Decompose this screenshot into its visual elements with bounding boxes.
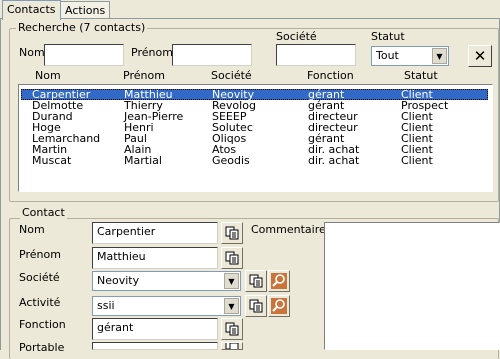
search-icon <box>271 298 287 314</box>
copy-fonction-button[interactable] <box>221 318 243 340</box>
chevron-down-icon[interactable]: ▼ <box>224 273 239 289</box>
tab-strip: Contacts Actions <box>0 0 500 20</box>
search-icon <box>271 273 287 289</box>
contact-activite-value: ssii <box>97 299 115 312</box>
contact-prenom-input[interactable]: Matthieu <box>92 247 218 269</box>
contacts-list[interactable]: Carpentier Matthieu Neovity gérant Clien… <box>18 84 493 192</box>
contact-portable-label: Portable <box>19 341 65 354</box>
cell-prenom: Martial <box>124 154 162 167</box>
tab-contacts[interactable]: Contacts <box>2 0 61 20</box>
column-header-fonction[interactable]: Fonction <box>307 69 354 82</box>
search-statut-label: Statut <box>371 30 405 43</box>
search-societe-button[interactable] <box>268 270 290 292</box>
copy-icon <box>225 226 239 240</box>
commentaires-label: Commentaires <box>251 223 332 236</box>
contact-fonction-input[interactable]: gérant <box>92 318 218 340</box>
search-prenom-input[interactable] <box>172 44 252 66</box>
copy-icon <box>225 322 239 336</box>
contact-societe-select[interactable]: Neovity ▼ <box>92 271 241 291</box>
copy-nom-button[interactable] <box>221 222 243 244</box>
search-group-legend: Recherche (7 contacts) <box>16 21 148 34</box>
contact-activite-label: Activité <box>19 296 61 309</box>
tab-actions[interactable]: Actions <box>60 1 111 19</box>
chevron-down-icon[interactable]: ▼ <box>224 298 239 314</box>
cell-statut: Client <box>401 154 433 167</box>
copy-icon <box>249 299 263 313</box>
search-societe-input[interactable] <box>276 44 356 66</box>
search-prenom-label: Prénom <box>131 46 173 59</box>
contact-group-legend: Contact <box>20 206 67 219</box>
copy-icon <box>225 343 239 349</box>
contact-activite-select[interactable]: ssii ▼ <box>92 296 241 316</box>
cell-fonction: dir. achat <box>308 154 360 167</box>
search-statut-value: Tout <box>376 49 399 62</box>
contact-fonction-label: Fonction <box>19 318 66 331</box>
commentaires-textarea[interactable] <box>324 222 500 350</box>
copy-icon <box>225 251 239 265</box>
contact-prenom-label: Prénom <box>19 248 61 261</box>
contact-portable-input[interactable] <box>92 342 218 350</box>
column-header-prenom[interactable]: Prénom <box>123 69 165 82</box>
cell-nom: Muscat <box>32 154 72 167</box>
search-statut-select[interactable]: Tout ▼ <box>371 46 449 66</box>
contact-societe-label: Société <box>19 271 60 284</box>
clear-search-button[interactable]: ✕ <box>468 45 492 67</box>
search-nom-label: Nom <box>19 46 45 59</box>
copy-activite-button[interactable] <box>245 295 267 317</box>
chevron-down-icon[interactable]: ▼ <box>432 48 447 64</box>
copy-prenom-button[interactable] <box>221 247 243 269</box>
copy-icon <box>249 274 263 288</box>
table-row[interactable]: Muscat Martial Geodis dir. achat Client <box>21 155 488 166</box>
search-activite-button[interactable] <box>268 295 290 317</box>
cell-societe: Geodis <box>212 154 250 167</box>
column-header-nom[interactable]: Nom <box>35 69 61 82</box>
column-header-societe[interactable]: Société <box>211 69 252 82</box>
search-societe-label: Société <box>276 30 317 43</box>
search-nom-input[interactable] <box>44 44 124 66</box>
copy-societe-button[interactable] <box>245 270 267 292</box>
contact-nom-label: Nom <box>19 223 45 236</box>
contact-nom-input[interactable]: Carpentier <box>92 222 218 244</box>
copy-portable-button[interactable] <box>221 342 243 350</box>
close-icon: ✕ <box>473 47 487 65</box>
column-header-statut[interactable]: Statut <box>404 69 438 82</box>
contact-societe-value: Neovity <box>97 274 140 287</box>
